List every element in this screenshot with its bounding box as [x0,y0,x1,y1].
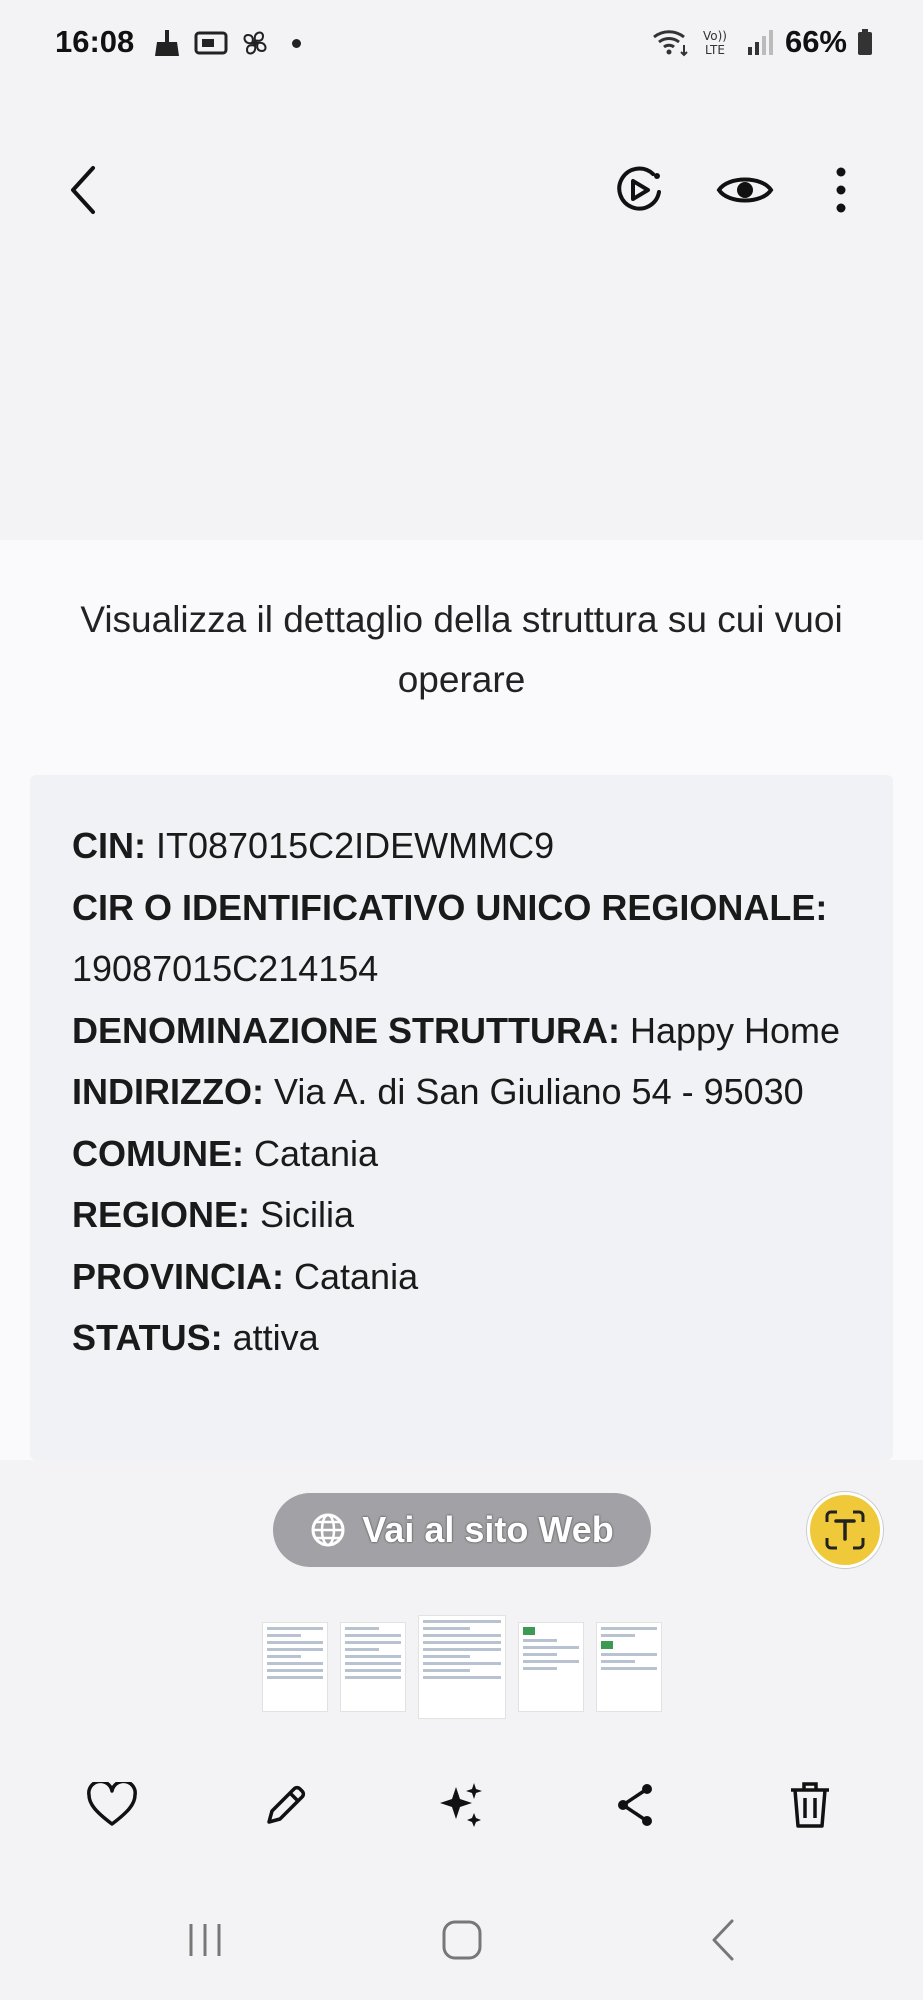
detail-value: Sicilia [250,1194,355,1235]
page-heading: Visualizza il dettaglio della struttura … [80,599,843,700]
detail-label: COMUNE: [72,1132,244,1174]
detail-comune: COMUNE: Catania [72,1123,872,1185]
delete-button[interactable] [775,1770,845,1840]
back-button[interactable] [48,150,118,230]
visit-website-button[interactable]: Vai al sito Web [273,1493,651,1567]
detail-label: PROVINCIA: [72,1255,285,1297]
thumbnail[interactable] [262,1622,328,1712]
detail-indirizzo: INDIRIZZO: Via A. di San Giuliano 54 - 9… [72,1061,872,1123]
detail-regione: REGIONE: Sicilia [72,1184,872,1246]
home-button[interactable] [422,1900,502,1980]
heart-icon [87,1782,137,1826]
ai-enhance-button[interactable] [427,1770,497,1840]
bottom-action-bar [0,1770,923,1840]
recents-icon [189,1924,221,1956]
motion-play-button[interactable] [604,150,674,230]
eye-icon [716,177,774,203]
more-notifications-dot [292,38,301,48]
signal-icon [747,30,773,55]
detail-denominazione: DENOMINAZIONE STRUTTURA: Happy Home [72,1000,872,1062]
thumbnail-current[interactable] [418,1615,506,1719]
detail-label: STATUS: [72,1317,223,1358]
view-button[interactable] [710,150,780,230]
thumbnail[interactable] [518,1622,584,1712]
status-time: 16:08 [55,24,135,59]
edit-icon [267,1785,306,1824]
detail-value: Catania [284,1255,419,1297]
more-options-button[interactable] [806,150,876,230]
more-vertical-icon [836,167,846,213]
detail-value: Via A. di San Giuliano 54 - 95030 [263,1071,804,1112]
wifi-icon [653,30,688,57]
detail-label: CIR O IDENTIFICATIVO UNICO REGIONALE: [72,886,828,928]
share-icon [618,1784,652,1826]
thumbnail[interactable] [596,1622,662,1712]
detail-label: DENOMINAZIONE STRUTTURA: [72,1009,620,1051]
status-notification-icons [152,28,301,58]
top-toolbar [0,150,923,240]
cast-icon [194,31,228,55]
favorite-button[interactable] [77,1770,147,1840]
trash-icon [791,1782,829,1828]
detail-status: STATUS: attiva [72,1307,872,1369]
volte-icon: Vo))LTE [703,29,727,57]
system-navigation-bar [0,1900,923,1980]
home-icon [442,1920,482,1960]
battery-percentage: 66% [784,24,847,59]
cleaner-icon [155,30,179,56]
detail-value: attiva [222,1317,319,1358]
text-extract-button[interactable] [807,1492,883,1568]
thumbnail[interactable] [340,1622,406,1712]
detail-value: 19087015C214154 [72,948,379,989]
motion-play-icon [617,166,661,211]
back-nav-button[interactable] [683,1900,763,1980]
edit-button[interactable] [251,1770,321,1840]
text-extract-icon [825,1510,865,1550]
detail-cir: CIR O IDENTIFICATIVO UNICO REGIONALE: 19… [72,877,872,1000]
globe-icon [311,1513,345,1547]
detail-label: CIN: [72,825,146,866]
back-nav-icon [712,1919,734,1961]
back-icon [71,166,95,214]
detail-cin: CIN: IT087015C2IDEWMMC9 [72,815,872,877]
svg-text:Vo)): Vo)) [703,29,727,43]
detail-label: REGIONE: [72,1194,251,1235]
structure-details: CIN: IT087015C2IDEWMMC9 CIR O IDENTIFICA… [72,815,872,1369]
sparkle-icon [440,1783,482,1827]
recents-button[interactable] [165,1900,245,1980]
status-system-icons: Vo)) LTE 66% [651,24,873,60]
thumbnail-strip [262,1615,662,1719]
detail-value: Catania [243,1132,379,1174]
battery-icon [858,29,872,55]
detail-provincia: PROVINCIA: Catania [72,1246,872,1308]
fan-icon [243,31,267,55]
detail-value: Happy Home [619,1009,841,1051]
status-bar: 16:08 Vo)) LTE 66% [0,0,923,90]
detail-value: IT087015C2IDEWMMC9 [146,825,555,866]
svg-text:LTE: LTE [705,43,725,57]
share-button[interactable] [600,1770,670,1840]
visit-website-label: Vai al sito Web [362,1509,614,1550]
detail-label: INDIRIZZO: [72,1071,264,1112]
